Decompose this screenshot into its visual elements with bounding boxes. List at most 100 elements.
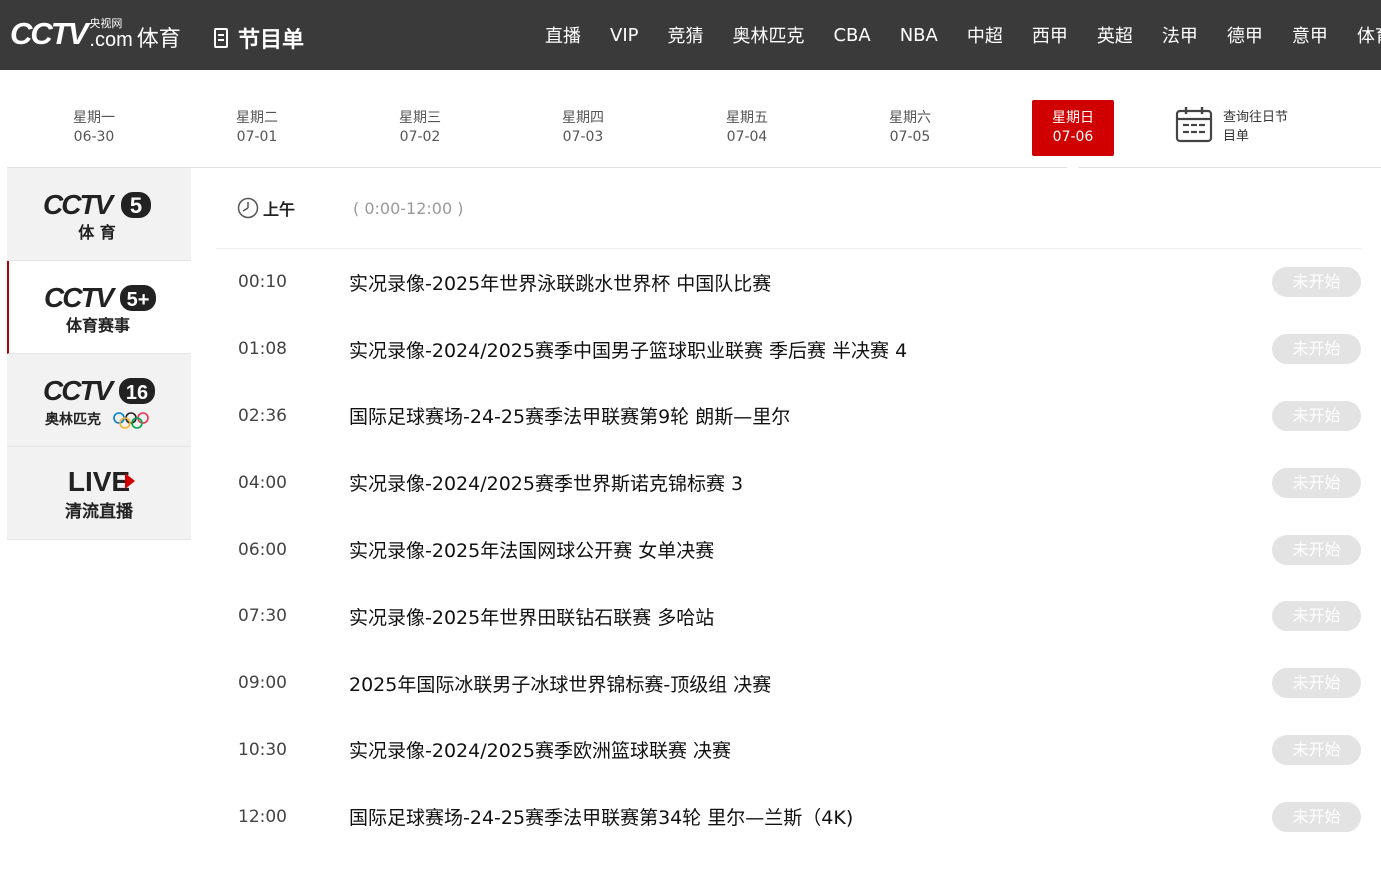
date-day: 06-30 — [73, 129, 115, 145]
status-badge: 未开始 — [1272, 668, 1361, 699]
page-title: 节目单 — [214, 22, 304, 54]
date-tab-mon[interactable]: 星期一 06-30 — [53, 100, 135, 156]
program-title[interactable]: 实况录像-2025年法国网球公开赛 女单决赛 — [349, 536, 714, 563]
document-icon — [214, 28, 228, 48]
channel-cctv5[interactable]: CCTV 5 体 育 — [7, 168, 191, 261]
nav-item-laliga[interactable]: 西甲 — [1017, 22, 1082, 48]
date-selector: 星期一 06-30 星期二 07-01 星期三 07-02 星期四 07-03 … — [7, 70, 1381, 168]
cctv5-plus-number: 5+ — [127, 289, 150, 311]
nav-item-guess[interactable]: 竞猜 — [652, 22, 717, 48]
date-day: 07-05 — [889, 129, 931, 145]
status-badge: 未开始 — [1272, 734, 1361, 765]
status-badge: 未开始 — [1272, 400, 1361, 431]
logo-cctv-text: CCTV — [10, 16, 88, 51]
nav-item-premier-league[interactable]: 英超 — [1082, 22, 1147, 48]
program-title[interactable]: 2025年国际冰联男子冰球世界锦标赛-顶级组 决赛 — [349, 670, 771, 697]
nav-item-vip[interactable]: VIP — [595, 25, 652, 46]
date-day: 07-02 — [399, 129, 441, 145]
program-time: 09:00 — [238, 673, 287, 694]
date-tab-thu[interactable]: 星期四 07-03 — [542, 100, 624, 156]
main-nav: 直播 VIP 竞猜 奥林匹克 CBA NBA 中超 西甲 英超 法甲 德甲 意甲… — [530, 0, 1381, 70]
live-subtitle: 清流直播 — [65, 501, 134, 522]
program-title[interactable]: 实况录像-2024/2025赛季中国男子篮球职业联赛 季后赛 半决赛 4 — [349, 336, 907, 363]
date-day: 07-06 — [1052, 129, 1094, 145]
top-bar: CCTV 央视网 .com 体育 节目单 直播 VIP 竞猜 奥林匹克 CBA … — [0, 0, 1381, 70]
program-row: 02:36 国际足球赛场-24-25赛季法甲联赛第9轮 朗斯—里尔 未开始 — [216, 383, 1361, 450]
program-time: 00:10 — [238, 272, 287, 293]
program-time: 02:36 — [238, 405, 287, 426]
program-title[interactable]: 实况录像-2024/2025赛季世界斯诺克锦标赛 3 — [349, 469, 743, 496]
program-row: 01:08 实况录像-2024/2025赛季中国男子篮球职业联赛 季后赛 半决赛… — [216, 316, 1361, 383]
program-row: 00:10 实况录像-2025年世界泳联跳水世界杯 中国队比赛 未开始 — [216, 249, 1361, 316]
cctv5-plus-logo-text: CCTV — [44, 282, 117, 313]
program-time: 10:30 — [238, 739, 287, 760]
cctv5-logo-text: CCTV — [43, 189, 116, 220]
cctv5-number: 5 — [130, 193, 142, 218]
program-row: 12:00 国际足球赛场-24-25赛季法甲联赛第34轮 里尔—兰斯（4K) 未… — [216, 783, 1361, 850]
date-weekday: 星期五 — [726, 110, 768, 126]
program-row: 04:00 实况录像-2024/2025赛季世界斯诺克锦标赛 3 未开始 — [216, 449, 1361, 516]
nav-item-bundesliga[interactable]: 德甲 — [1212, 22, 1277, 48]
nav-item-serie-a[interactable]: 意甲 — [1277, 22, 1342, 48]
channel-cctv16[interactable]: CCTV 16 奥林匹克 — [7, 354, 191, 447]
program-title[interactable]: 实况录像-2024/2025赛季欧洲篮球联赛 决赛 — [349, 736, 731, 763]
logo-com-text: .com — [89, 29, 133, 51]
date-tab-sun[interactable]: 星期日 07-06 — [1032, 100, 1114, 168]
logo-wang-text: 央视网 — [89, 17, 123, 30]
cctv5-subtitle: 体 育 — [78, 223, 116, 242]
date-tab-wed[interactable]: 星期三 07-02 — [379, 100, 461, 156]
status-badge: 未开始 — [1272, 801, 1361, 832]
status-badge: 未开始 — [1272, 334, 1361, 365]
date-tab-tue[interactable]: 星期二 07-01 — [216, 100, 298, 156]
nav-item-olympics[interactable]: 奥林匹克 — [717, 22, 818, 48]
program-title[interactable]: 实况录像-2025年世界泳联跳水世界杯 中国队比赛 — [349, 269, 771, 296]
period-name: 上午 — [263, 200, 296, 219]
program-time: 06:00 — [238, 539, 287, 560]
cctv16-number: 16 — [126, 382, 148, 404]
channel-live[interactable]: LIVE 清流直播 — [7, 447, 191, 540]
program-row: 09:00 2025年国际冰联男子冰球世界锦标赛-顶级组 决赛 未开始 — [216, 650, 1361, 717]
status-badge: 未开始 — [1272, 534, 1361, 565]
program-time: 04:00 — [238, 472, 287, 493]
program-time: 07:30 — [238, 606, 287, 627]
channel-cctv5-plus[interactable]: CCTV 5+ 体育赛事 — [7, 261, 191, 354]
live-logo: LIVE 清流直播 — [65, 466, 135, 522]
program-row: 06:00 实况录像-2025年法国网球公开赛 女单决赛 未开始 — [216, 516, 1361, 583]
date-weekday: 星期六 — [889, 110, 931, 126]
nav-item-nba[interactable]: NBA — [885, 25, 952, 46]
date-weekday: 星期三 — [399, 110, 441, 126]
date-tab-fri[interactable]: 星期五 07-04 — [706, 100, 788, 156]
nav-item-cba[interactable]: CBA — [818, 25, 884, 46]
nav-item-sports-map[interactable]: 体育地图⌄ — [1342, 22, 1381, 48]
program-time: 12:00 — [238, 806, 287, 827]
program-row: 07:30 实况录像-2025年世界田联钻石联赛 多哈站 未开始 — [216, 583, 1361, 650]
cctv5-plus-logo: CCTV 5+ 体育赛事 — [44, 282, 156, 335]
date-weekday: 星期一 — [73, 110, 115, 126]
status-badge: 未开始 — [1272, 601, 1361, 632]
olympic-rings-icon — [113, 412, 149, 429]
date-day: 07-01 — [236, 129, 278, 145]
cctv5-logo: CCTV 5 体 育 — [43, 189, 151, 242]
history-label-line1: 查询往日节 — [1223, 110, 1289, 125]
period-range: ( 0:00-12:00 ) — [353, 198, 464, 218]
cctv16-logo: CCTV 16 奥林匹克 — [43, 375, 155, 429]
nav-item-ligue1[interactable]: 法甲 — [1147, 22, 1212, 48]
sports-map-label: 体育地图 — [1356, 26, 1381, 47]
program-list: 00:10 实况录像-2025年世界泳联跳水世界杯 中国队比赛 未开始 01:0… — [216, 249, 1361, 850]
logo-domain: 央视网 .com — [89, 18, 132, 50]
program-time: 01:08 — [238, 339, 287, 360]
status-badge: 未开始 — [1272, 467, 1361, 498]
date-weekday: 星期二 — [236, 110, 278, 126]
logo-sport-text: 体育 — [136, 27, 181, 52]
nav-item-live[interactable]: 直播 — [530, 22, 595, 48]
clock-icon — [237, 197, 259, 219]
nav-item-csl[interactable]: 中超 — [952, 22, 1017, 48]
date-weekday: 星期四 — [562, 110, 604, 126]
program-title[interactable]: 国际足球赛场-24-25赛季法甲联赛第34轮 里尔—兰斯（4K) — [349, 803, 853, 830]
program-title[interactable]: 国际足球赛场-24-25赛季法甲联赛第9轮 朗斯—里尔 — [349, 402, 790, 429]
cctv-logo[interactable]: CCTV 央视网 .com 体育 — [10, 12, 181, 56]
history-lookup-button[interactable]: 查询往日节 目单 — [1175, 106, 1301, 146]
calendar-icon — [1175, 107, 1213, 143]
program-title[interactable]: 实况录像-2025年世界田联钻石联赛 多哈站 — [349, 603, 714, 630]
date-tab-sat[interactable]: 星期六 07-05 — [869, 100, 951, 156]
